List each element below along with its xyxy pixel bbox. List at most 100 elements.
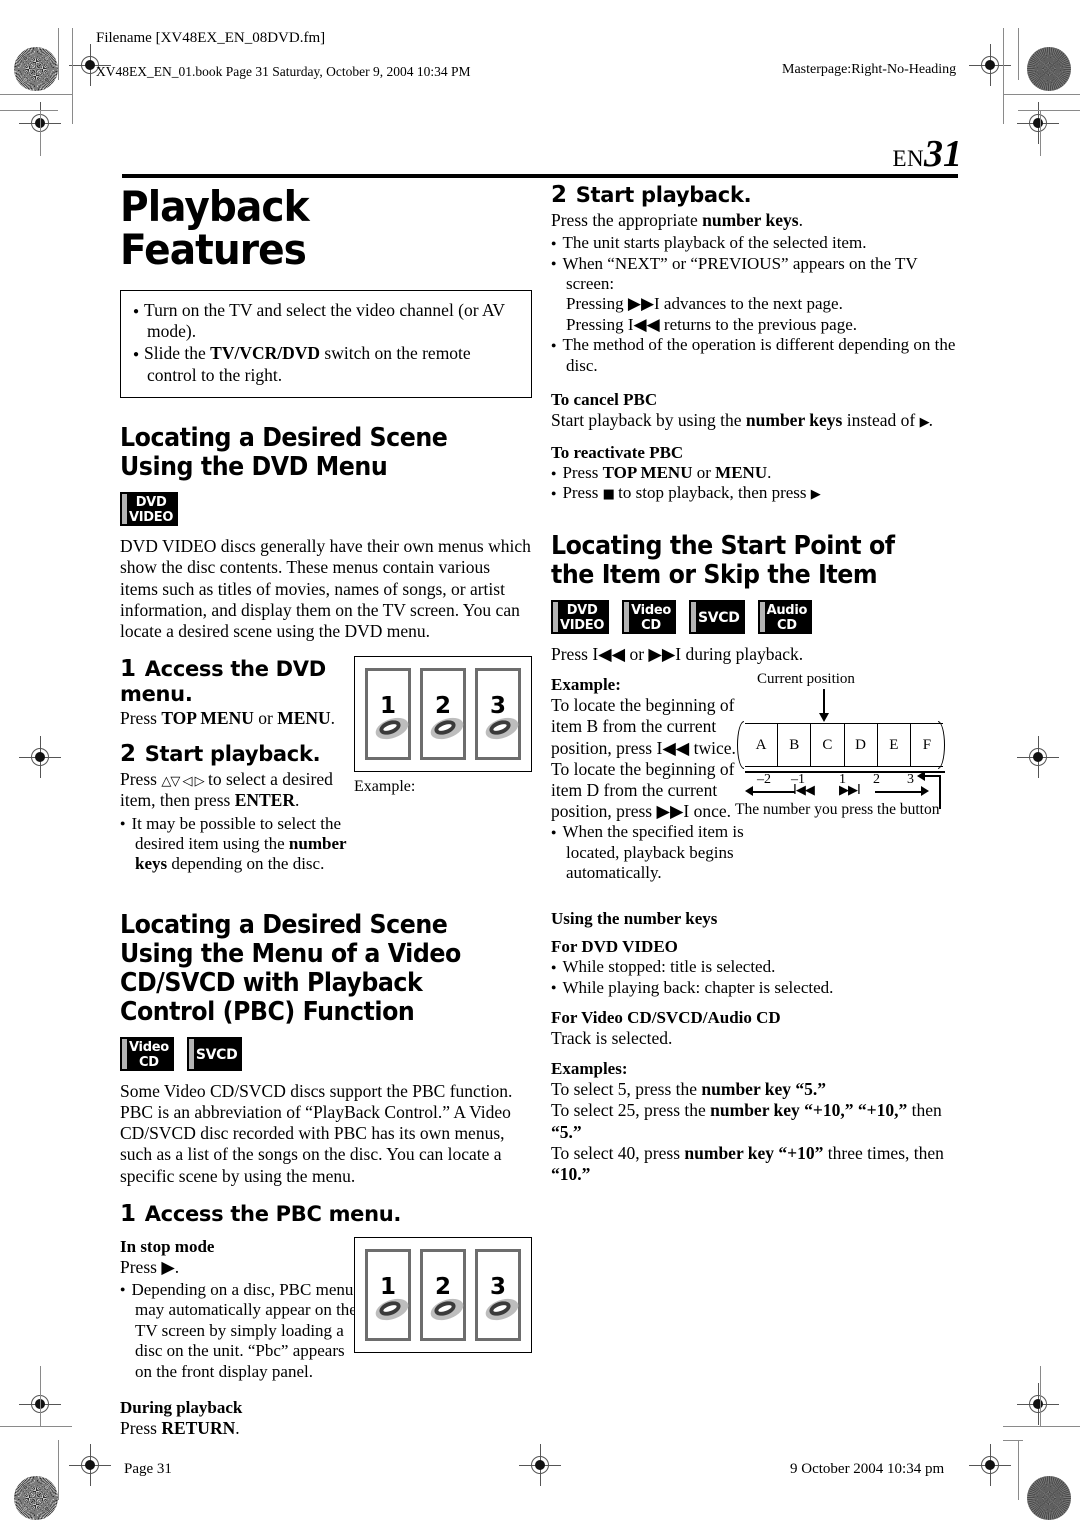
reactivate-pbc-bullet-item: Press ■ to stop playback, then press ▶ [551, 483, 963, 503]
step-2-body: Press △▽ ◁ ▷ to select a desired item, t… [120, 769, 333, 811]
disc-badge-video-cd: Video CD [622, 599, 676, 634]
current-position-arrow-icon [819, 689, 829, 723]
section1-intro: DVD VIDEO discs generally have their own… [120, 536, 531, 641]
item-cell: C [811, 724, 845, 767]
reactivate-pbc-heading: To reactivate PBC [551, 443, 684, 463]
rewind-arrow-line [749, 791, 795, 793]
disc-card: 2 [420, 1248, 467, 1341]
rc-step-2-bullet-item: The unit starts playback of the selected… [551, 233, 963, 253]
disc-badge-line1: Audio [766, 602, 808, 618]
folio-page-number: 31 [924, 133, 962, 175]
step-2-number: 2 [120, 741, 136, 768]
page-body: EN31 Playback Features Turn on the TV an… [0, 0, 1080, 1528]
disc-card-number: 2 [434, 693, 451, 720]
skip-press-line: Press I◀◀ or ▶▶I during playback. [551, 643, 804, 664]
for-dvd-video-bullets: While stopped: title is selected. While … [551, 957, 963, 998]
example-line: To locate the beginning of item B from t… [551, 695, 736, 758]
rewind-arrow-head-icon [745, 786, 753, 797]
pbc-step-1-number: 1 [120, 1200, 136, 1227]
step-1-title: Access the DVD menu. [120, 657, 326, 707]
section2-step-text: In stop mode Press ▶. Depending on a dis… [120, 1237, 358, 1439]
in-stop-mode-bullet-item: Depending on a disc, PBC menu may automa… [120, 1280, 358, 1382]
step-1-number: 1 [120, 656, 136, 683]
rewind-glyph-icon: I◀◀ [793, 783, 815, 799]
for-dvd-video-bullet-item: While playing back: chapter is selected. [551, 978, 963, 998]
cancel-pbc-heading: To cancel PBC [551, 389, 658, 409]
rc-bullet-lead: When “NEXT” or “PREVIOUS” appears on the… [562, 253, 918, 293]
current-position-label: Current position [757, 671, 855, 688]
step-2-bullets: It may be possible to select the desired… [120, 814, 358, 875]
prep-note-item: Turn on the TV and select the video chan… [133, 300, 519, 343]
example-bullet-item: When the specified item is located, play… [551, 822, 747, 883]
in-stop-mode-bullets: Depending on a disc, PBC menu may automa… [120, 1280, 358, 1382]
examples-heading: Examples: [551, 1059, 628, 1079]
badge-row-dvd-video: DVD VIDEO [120, 492, 532, 527]
disc-card: 3 [475, 1248, 522, 1341]
dvd-menu-figure-caption: Example: [354, 778, 416, 796]
item-cell: B [778, 724, 812, 767]
disc-card: 2 [420, 668, 467, 761]
rc-step-2-body: Press the appropriate number keys. [551, 210, 803, 230]
disc-badge-line1: SVCD [195, 1046, 238, 1063]
example-line: To locate the beginning of item D from t… [551, 758, 735, 822]
folio-rule [122, 174, 958, 178]
rc-sub-line: Pressing I◀◀ returns to the previous pag… [566, 314, 858, 334]
rc-step-2-title: Start playback. [575, 183, 752, 207]
reactivate-pbc-bullet-item: Press TOP MENU or MENU. [551, 463, 963, 483]
footer-page-label: Page 31 [124, 1461, 172, 1477]
reactivate-pbc-bullets: Press TOP MENU or MENU. Press ■ to stop … [551, 463, 963, 504]
disc-badge-dvd-video: DVD VIDEO [551, 599, 610, 634]
pbc-step-1-title: Access the PBC menu. [144, 1201, 402, 1226]
disc-badge-line2: CD [139, 1054, 159, 1070]
disc-badge-line1: DVD [566, 602, 598, 618]
disc-card-number: 3 [489, 693, 506, 720]
disc-card-number: 1 [379, 693, 396, 720]
disc-badge-line2: CD [776, 617, 797, 633]
example-usage-line: To select 25, press the number key “+10,… [551, 1100, 942, 1142]
in-stop-mode-heading: In stop mode [120, 1236, 215, 1256]
disc-badge-dvd-video: DVD VIDEO [120, 492, 179, 527]
disc-card: 3 [475, 668, 522, 761]
footer-timestamp: 9 October 2004 10:34 pm [790, 1461, 945, 1477]
rc-step-2-bullet-item: When “NEXT” or “PREVIOUS” appears on the… [551, 254, 963, 336]
example-usage-line: To select 5, press the number key “5.” [551, 1079, 827, 1100]
badge-row-skip-item: DVD VIDEO Video CD SVCD Audio CD [551, 599, 963, 634]
disc-badge-video-cd: Video CD [120, 1036, 174, 1071]
step-2-title: Start playback. [144, 742, 321, 767]
item-cell: E [878, 724, 911, 767]
disc-card-number: 2 [434, 1273, 451, 1300]
section2-intro: Some Video CD/SVCD discs support the PBC… [120, 1080, 513, 1186]
disc-card-number: 1 [379, 1273, 396, 1300]
skip-item-diagram: Current position A B C D E F –2 –1 1 2 3… [735, 671, 965, 823]
disc-badge-line1: SVCD [697, 609, 740, 626]
dvd-menu-figure-frame: 1 2 3 [354, 656, 532, 773]
item-cell: D [845, 724, 878, 767]
section-heading-skip-item: Locating the Start Point of the Item or … [551, 530, 895, 590]
for-video-cd-body: Track is selected. [551, 1028, 673, 1049]
number-keys-heading: Using the number keys [551, 909, 718, 929]
chapter-title: Playback Features [120, 182, 310, 274]
section1-step-block: 1 Access the DVD menu. Press TOP MENU or … [120, 656, 532, 875]
for-dvd-video-heading: For DVD VIDEO [551, 937, 678, 957]
disc-badge-line2: VIDEO [129, 510, 174, 526]
pbc-step-1-heading: 1 Access the PBC menu. [120, 1201, 532, 1227]
step-2-bullet-item: It may be possible to select the desired… [120, 814, 358, 875]
disc-card: 1 [365, 668, 412, 761]
folio: EN31 [893, 132, 962, 176]
disc-badge-line1: DVD [135, 495, 167, 511]
during-playback-body: Press RETURN. [120, 1417, 240, 1438]
dvd-menu-figure: 1 2 3 Example: [354, 656, 532, 796]
right-column: 2 Start playback. Press the appropriate n… [551, 182, 963, 1185]
diagram-tick: 3 [907, 772, 914, 788]
example-heading: Example: [551, 675, 621, 695]
step-1-heading: 1 Access the DVD menu. [120, 656, 358, 706]
skip-example-block: Example: To locate the beginning of item… [551, 671, 963, 883]
section-heading-pbc: Locating a Desired Scene Using the Menu … [120, 909, 461, 1027]
number-keys-heading-strong: number keys [623, 909, 718, 929]
step-1-body: Press TOP MENU or MENU. [120, 708, 336, 729]
section2-step-block: In stop mode Press ▶. Depending on a dis… [120, 1236, 532, 1439]
preparation-note-box: Turn on the TV and select the video chan… [120, 289, 532, 399]
diagram-tick: –2 [757, 772, 771, 788]
callout-arrow-head-icon [917, 771, 925, 782]
for-video-cd-heading: For Video CD/SVCD/Audio CD [551, 1008, 781, 1028]
